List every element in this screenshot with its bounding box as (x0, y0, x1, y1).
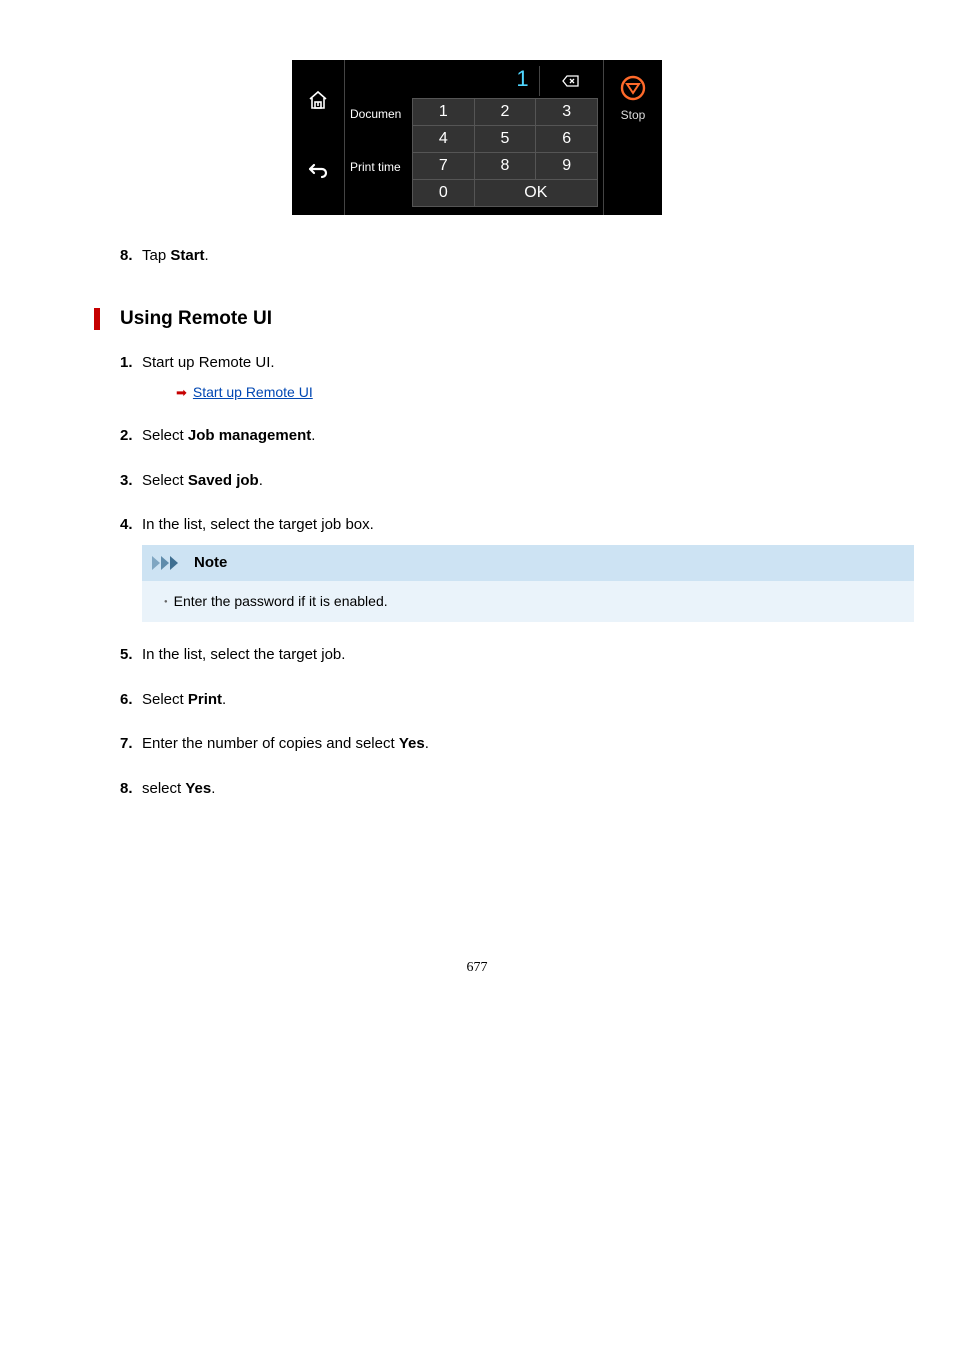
keypad-5: 5 (475, 126, 536, 152)
step-number: 8. (120, 778, 142, 801)
keypad-0: 0 (413, 180, 474, 206)
bullet-icon: ● (164, 599, 168, 605)
stop-label: Stop (604, 108, 662, 122)
keypad-6: 6 (536, 126, 597, 152)
step-text: Enter the number of copies and select Ye… (142, 733, 834, 756)
arrow-right-icon: ➡ (176, 383, 187, 403)
home-icon (306, 88, 330, 116)
section-marker (94, 308, 100, 330)
note-chevrons-icon (152, 556, 188, 570)
back-icon (306, 163, 330, 187)
document-label: Documen (350, 107, 401, 121)
step-number: 1. (120, 352, 142, 404)
note-body-text: Enter the password if it is enabled. (174, 593, 388, 609)
keypad-ok: OK (475, 180, 597, 206)
keypad-7: 7 (413, 153, 474, 179)
print-time-label: Print time (350, 160, 401, 174)
step-text: Select Saved job. (142, 470, 834, 493)
step-text: Select Job management. (142, 425, 834, 448)
keypad-1: 1 (413, 99, 474, 125)
note-title: Note (194, 552, 227, 575)
step-text: In the list, select the target job. (142, 644, 834, 667)
step-text: Tap Start. (142, 245, 834, 268)
step-number: 6. (120, 689, 142, 712)
section-title: Using Remote UI (120, 308, 272, 330)
step-number: 8. (120, 245, 142, 268)
note-box: Note ● Enter the password if it is enable… (142, 545, 914, 623)
page-number: 677 (120, 960, 834, 976)
step-text: Start up Remote UI. (142, 354, 275, 371)
backspace-key (539, 66, 598, 96)
keypad-8: 8 (475, 153, 536, 179)
step-number: 5. (120, 644, 142, 667)
step-number: 7. (120, 733, 142, 756)
copies-display-value: 1 (412, 66, 539, 96)
keypad-4: 4 (413, 126, 474, 152)
stop-icon (604, 74, 662, 106)
section-heading: Using Remote UI (94, 308, 834, 330)
keypad-3: 3 (536, 99, 597, 125)
start-remote-ui-link[interactable]: Start up Remote UI (193, 382, 313, 403)
step-number: 2. (120, 425, 142, 448)
step-text: In the list, select the target job box. (142, 516, 374, 533)
step-number: 4. (120, 514, 142, 622)
step-text: select Yes. (142, 778, 834, 801)
keypad-2: 2 (475, 99, 536, 125)
step-number: 3. (120, 470, 142, 493)
step-text: Select Print. (142, 689, 834, 712)
keypad-9: 9 (536, 153, 597, 179)
printer-panel-screenshot: Documen Print time 1 1 2 3 4 5 6 (292, 60, 662, 215)
